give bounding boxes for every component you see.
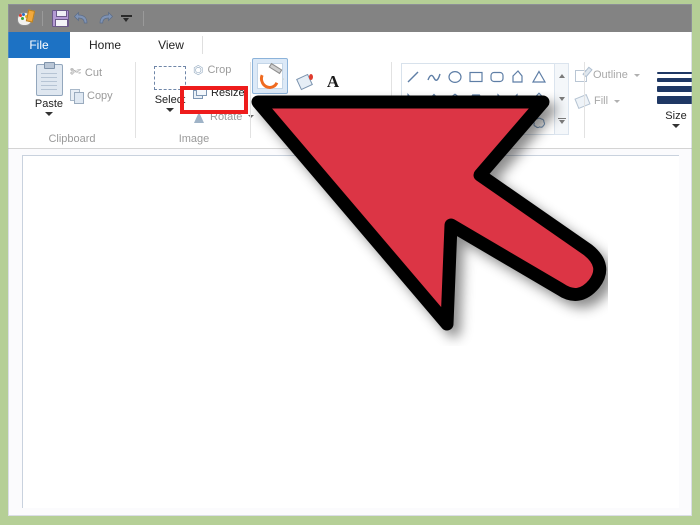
size-dropdown-icon[interactable] — [672, 124, 680, 128]
customize-quick-access-icon[interactable] — [115, 7, 137, 29]
shapes-row-3 — [402, 111, 554, 134]
title-bar — [8, 4, 692, 32]
outline-label: Outline — [593, 69, 628, 81]
shape-empty-6 — [507, 111, 528, 134]
shapes-scroll-down-icon[interactable] — [555, 87, 568, 110]
scissors-icon: ✄ — [70, 65, 81, 80]
shapes-row-1 — [402, 65, 554, 88]
shape-curve[interactable] — [423, 65, 444, 88]
paint-window: File Home View Paste ✄ Cut Copy Clipboar… — [8, 4, 692, 516]
outline-dropdown-icon[interactable] — [633, 73, 640, 77]
shape-empty-5 — [486, 111, 507, 134]
group-divider-2 — [250, 62, 251, 138]
text-tool-button[interactable]: A — [320, 68, 346, 94]
line-thickness-icon — [657, 68, 692, 104]
drawing-canvas[interactable] — [22, 155, 679, 508]
paste-dropdown-icon[interactable] — [45, 112, 53, 116]
group-divider-4 — [584, 62, 585, 138]
fill-icon — [574, 93, 591, 110]
shapes-scroll-up-icon[interactable] — [555, 64, 568, 87]
qat-separator — [42, 10, 43, 26]
shape-empty-2 — [423, 111, 444, 134]
quick-access-toolbar — [14, 6, 150, 30]
group-label-tools: Tools — [309, 133, 335, 145]
paint-app-icon[interactable] — [14, 7, 36, 29]
shape-oval[interactable] — [444, 65, 465, 88]
shape-right-triangle[interactable] — [402, 88, 423, 111]
size-button[interactable]: Size — [654, 64, 692, 134]
undo-icon[interactable] — [71, 7, 93, 29]
cut-button[interactable]: ✄ Cut — [70, 66, 102, 79]
tab-file[interactable]: File — [8, 32, 70, 58]
crop-icon: ⏣ — [193, 63, 204, 77]
ribbon: Paste ✄ Cut Copy Clipboard Select ⏣ Crop… — [8, 58, 692, 149]
shapes-gallery[interactable] — [401, 63, 555, 135]
brushes-tool-button[interactable] — [252, 58, 288, 94]
shape-callout-cloud[interactable] — [528, 111, 549, 134]
shape-diamond[interactable] — [423, 88, 444, 111]
group-divider — [135, 62, 136, 138]
screenshot-frame: File Home View Paste ✄ Cut Copy Clipboar… — [0, 0, 700, 525]
redo-icon[interactable] — [93, 7, 115, 29]
group-label-image: Image — [178, 133, 210, 145]
shape-hexagon[interactable] — [465, 88, 486, 111]
tab-home[interactable]: Home — [70, 32, 140, 58]
shape-rounded-rectangle[interactable] — [486, 65, 507, 88]
shape-empty-1 — [402, 111, 423, 134]
group-label-clipboard: Clipboard — [48, 133, 96, 145]
crop-button[interactable]: ⏣ Crop — [193, 64, 231, 76]
group-divider-3 — [391, 62, 392, 138]
ribbon-group-shapes: Outline Fill Shapes — [393, 58, 640, 148]
fill-tool-button[interactable] — [292, 68, 318, 94]
size-label: Size — [665, 110, 687, 122]
brush-icon — [257, 62, 283, 92]
crop-label: Crop — [207, 64, 232, 76]
paste-label: Paste — [34, 98, 64, 110]
group-label-shapes: Shapes — [464, 133, 502, 145]
shapes-gallery-scrollbar[interactable] — [554, 63, 569, 135]
shape-pentagon[interactable] — [444, 88, 465, 111]
outline-icon — [575, 66, 593, 82]
shape-up-arrow[interactable] — [528, 88, 549, 111]
shape-triangle[interactable] — [528, 65, 549, 88]
ribbon-group-clipboard: Paste ✄ Cut Copy Clipboard — [8, 58, 136, 148]
shape-rectangle[interactable] — [465, 65, 486, 88]
canvas-area — [8, 149, 692, 516]
shapes-row-2 — [402, 88, 554, 111]
select-dropdown-icon[interactable] — [166, 108, 174, 112]
save-icon[interactable] — [49, 7, 71, 29]
tab-view[interactable]: View — [140, 32, 202, 58]
text-a-icon: A — [326, 71, 340, 91]
resize-highlight-box — [180, 86, 248, 114]
shape-polygon[interactable] — [507, 65, 528, 88]
tab-separator-2 — [202, 36, 203, 54]
qat-separator-2 — [143, 10, 144, 26]
fill-label: Fill — [594, 95, 609, 107]
shape-right-arrow[interactable] — [486, 88, 507, 111]
shapes-expand-icon[interactable] — [555, 110, 568, 133]
paste-button[interactable]: Paste — [26, 62, 72, 124]
cut-label: Cut — [84, 66, 103, 79]
paint-bucket-icon — [296, 73, 313, 90]
shape-line[interactable] — [402, 65, 423, 88]
shape-empty-3 — [444, 111, 465, 134]
ribbon-tab-strip: File Home View — [8, 32, 692, 58]
fill-dropdown-icon[interactable] — [614, 99, 621, 103]
copy-label: Copy — [87, 90, 113, 102]
copy-icon — [70, 89, 84, 104]
ribbon-group-size: Size — [648, 58, 692, 148]
fill-button[interactable]: Fill — [574, 93, 621, 110]
shape-empty-4 — [465, 111, 486, 134]
clipboard-icon — [35, 62, 63, 96]
copy-button[interactable]: Copy — [70, 89, 113, 104]
shape-left-arrow[interactable] — [507, 88, 528, 111]
ribbon-group-tools: A Tools — [252, 58, 392, 148]
